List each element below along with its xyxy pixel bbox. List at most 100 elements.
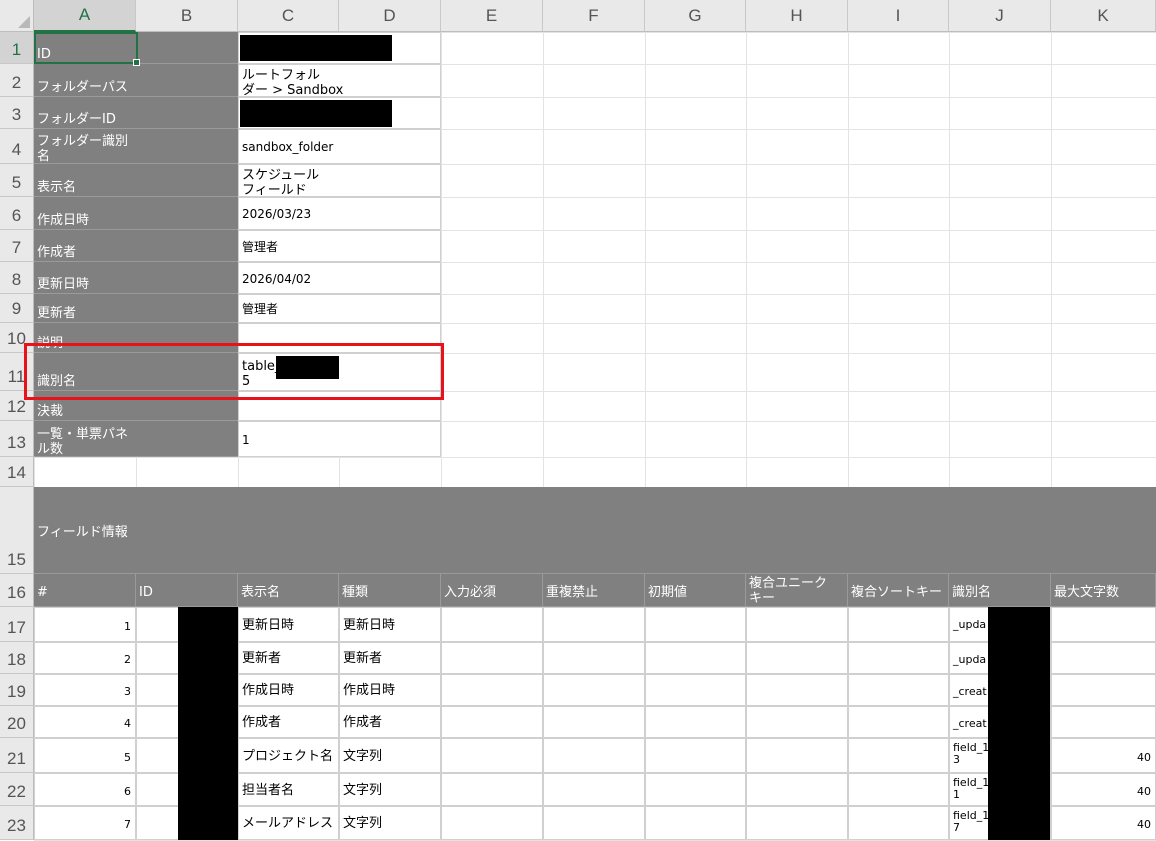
table-cell[interactable]: プロジェクト名 bbox=[238, 738, 339, 773]
table-cell[interactable] bbox=[1051, 706, 1156, 738]
table-cell[interactable]: 更新者 bbox=[339, 642, 441, 674]
table-cell[interactable] bbox=[543, 806, 645, 840]
column-header-i[interactable]: I bbox=[848, 0, 949, 32]
meta-label-cell[interactable]: 一覧・単票パネ ル数 bbox=[34, 421, 238, 457]
meta-label-cell[interactable]: フォルダーパス bbox=[34, 64, 238, 97]
column-header-d[interactable]: D bbox=[339, 0, 441, 32]
table-cell[interactable] bbox=[543, 706, 645, 738]
row-header-2[interactable]: 2 bbox=[0, 64, 34, 97]
table-cell[interactable] bbox=[645, 642, 746, 674]
field-header-g[interactable]: 初期値 bbox=[645, 574, 746, 607]
table-cell[interactable]: 3 bbox=[34, 674, 136, 706]
row-header-15[interactable]: 15 bbox=[0, 487, 34, 574]
table-cell[interactable] bbox=[543, 607, 645, 642]
table-cell[interactable]: 担当者名 bbox=[238, 773, 339, 806]
meta-value-cell[interactable]: ルートフォル ダー > Sandbox bbox=[238, 64, 441, 97]
field-header-i[interactable]: 複合ソートキー bbox=[848, 574, 949, 607]
row-header-17[interactable]: 17 bbox=[0, 607, 34, 642]
row-header-1[interactable]: 1 bbox=[0, 32, 34, 64]
meta-label-cell[interactable]: 作成日時 bbox=[34, 197, 238, 230]
table-cell[interactable]: 更新日時 bbox=[339, 607, 441, 642]
row-header-8[interactable]: 8 bbox=[0, 262, 34, 294]
table-cell[interactable] bbox=[746, 706, 848, 738]
table-cell[interactable] bbox=[645, 706, 746, 738]
table-cell[interactable] bbox=[848, 607, 949, 642]
table-cell[interactable] bbox=[746, 642, 848, 674]
meta-label-cell[interactable]: フォルダーID bbox=[34, 97, 238, 129]
meta-value-cell[interactable]: 2026/04/02 bbox=[238, 262, 441, 294]
table-cell[interactable] bbox=[746, 674, 848, 706]
row-header-18[interactable]: 18 bbox=[0, 642, 34, 674]
table-cell[interactable] bbox=[645, 738, 746, 773]
row-header-7[interactable]: 7 bbox=[0, 230, 34, 262]
meta-value-cell[interactable]: sandbox_folder bbox=[238, 129, 441, 164]
table-cell[interactable] bbox=[848, 806, 949, 840]
table-cell[interactable]: 5 bbox=[34, 738, 136, 773]
table-cell[interactable] bbox=[848, 674, 949, 706]
select-all-corner[interactable] bbox=[0, 0, 34, 32]
column-header-e[interactable]: E bbox=[441, 0, 543, 32]
meta-label-cell[interactable]: 更新日時 bbox=[34, 262, 238, 294]
table-cell[interactable] bbox=[848, 642, 949, 674]
table-cell[interactable]: 文字列 bbox=[339, 738, 441, 773]
table-cell[interactable]: 作成者 bbox=[339, 706, 441, 738]
meta-label-cell[interactable]: 表示名 bbox=[34, 164, 238, 197]
row-header-21[interactable]: 21 bbox=[0, 738, 34, 773]
table-cell[interactable]: 更新日時 bbox=[238, 607, 339, 642]
meta-value-cell[interactable]: 管理者 bbox=[238, 230, 441, 262]
field-header-j[interactable]: 識別名 bbox=[949, 574, 1051, 607]
field-header-k[interactable]: 最大文字数 bbox=[1051, 574, 1156, 607]
table-cell[interactable]: 作成日時 bbox=[238, 674, 339, 706]
table-cell[interactable]: 7 bbox=[34, 806, 136, 840]
column-header-b[interactable]: B bbox=[136, 0, 238, 32]
column-header-a[interactable]: A bbox=[34, 0, 136, 32]
field-header-a[interactable]: # bbox=[34, 574, 136, 607]
table-cell[interactable]: 40 bbox=[1051, 738, 1156, 773]
field-header-d[interactable]: 種類 bbox=[339, 574, 441, 607]
column-header-j[interactable]: J bbox=[949, 0, 1051, 32]
field-header-c[interactable]: 表示名 bbox=[238, 574, 339, 607]
column-header-k[interactable]: K bbox=[1051, 0, 1156, 32]
table-cell[interactable] bbox=[441, 607, 543, 642]
table-cell[interactable] bbox=[441, 806, 543, 840]
row-header-9[interactable]: 9 bbox=[0, 294, 34, 323]
row-header-5[interactable]: 5 bbox=[0, 164, 34, 197]
column-header-g[interactable]: G bbox=[645, 0, 746, 32]
field-header-h[interactable]: 複合ユニーク キー bbox=[746, 574, 848, 607]
table-cell[interactable]: 文字列 bbox=[339, 773, 441, 806]
active-cell-a1[interactable] bbox=[34, 32, 140, 66]
table-cell[interactable]: 40 bbox=[1051, 773, 1156, 806]
table-cell[interactable]: 更新者 bbox=[238, 642, 339, 674]
table-cell[interactable]: 4 bbox=[34, 706, 136, 738]
table-cell[interactable]: メールアドレス bbox=[238, 806, 339, 840]
row-header-14[interactable]: 14 bbox=[0, 457, 34, 487]
row-header-22[interactable]: 22 bbox=[0, 773, 34, 806]
table-cell[interactable]: 40 bbox=[1051, 806, 1156, 840]
row-header-3[interactable]: 3 bbox=[0, 97, 34, 129]
table-cell[interactable] bbox=[441, 773, 543, 806]
table-cell[interactable] bbox=[746, 607, 848, 642]
meta-value-cell[interactable]: スケジュール フィールド bbox=[238, 164, 441, 197]
table-cell[interactable]: 作成日時 bbox=[339, 674, 441, 706]
meta-value-cell[interactable]: 1 bbox=[238, 421, 441, 457]
table-cell[interactable] bbox=[848, 773, 949, 806]
row-header-23[interactable]: 23 bbox=[0, 806, 34, 840]
table-cell[interactable] bbox=[848, 706, 949, 738]
field-header-e[interactable]: 入力必須 bbox=[441, 574, 543, 607]
table-cell[interactable]: 2 bbox=[34, 642, 136, 674]
row-header-16[interactable]: 16 bbox=[0, 574, 34, 607]
field-header-b[interactable]: ID bbox=[136, 574, 238, 607]
column-header-c[interactable]: C bbox=[238, 0, 339, 32]
table-cell[interactable] bbox=[1051, 674, 1156, 706]
row-header-19[interactable]: 19 bbox=[0, 674, 34, 706]
table-cell[interactable] bbox=[746, 806, 848, 840]
meta-label-cell[interactable]: 更新者 bbox=[34, 294, 238, 323]
column-header-f[interactable]: F bbox=[543, 0, 645, 32]
table-cell[interactable]: 6 bbox=[34, 773, 136, 806]
table-cell[interactable]: 作成者 bbox=[238, 706, 339, 738]
meta-label-cell[interactable]: フォルダー識別 名 bbox=[34, 129, 238, 164]
table-cell[interactable] bbox=[441, 738, 543, 773]
field-header-f[interactable]: 重複禁止 bbox=[543, 574, 645, 607]
table-cell[interactable] bbox=[746, 738, 848, 773]
table-cell[interactable] bbox=[441, 674, 543, 706]
